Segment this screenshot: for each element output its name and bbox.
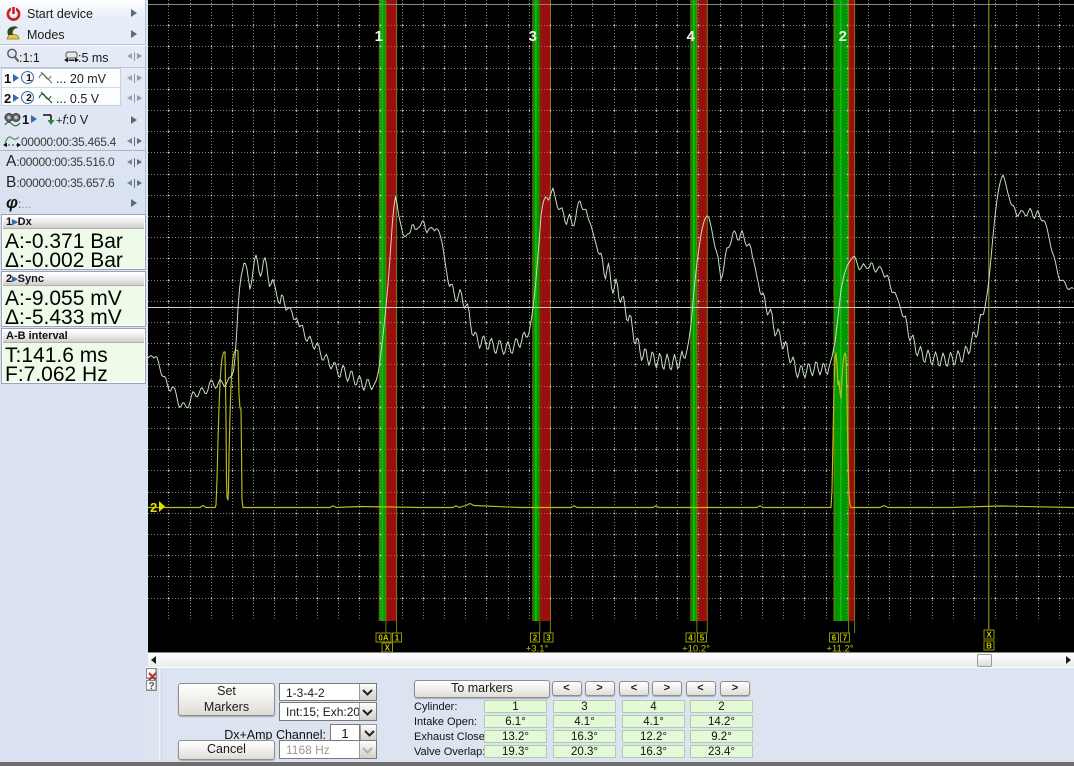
svg-text:X: X xyxy=(986,631,992,640)
svg-text:7: 7 xyxy=(843,634,848,643)
svg-text:2: 2 xyxy=(150,500,157,515)
svg-text:1: 1 xyxy=(395,634,400,643)
svg-text:5: 5 xyxy=(700,634,705,643)
svg-text:+3.1°: +3.1° xyxy=(526,644,549,653)
svg-text:3: 3 xyxy=(546,634,551,643)
svg-text:6: 6 xyxy=(832,634,837,643)
svg-text:4: 4 xyxy=(687,28,696,45)
svg-text:B: B xyxy=(986,642,992,651)
svg-text:+11.2°: +11.2° xyxy=(826,644,853,653)
svg-text:X: X xyxy=(385,644,391,653)
svg-text:2: 2 xyxy=(533,634,538,643)
svg-text:0A: 0A xyxy=(378,634,388,643)
svg-text:+10.2°: +10.2° xyxy=(682,644,710,653)
svg-text:3: 3 xyxy=(529,28,537,45)
svg-text:1: 1 xyxy=(375,28,383,45)
svg-text:2: 2 xyxy=(839,28,847,45)
svg-text:4: 4 xyxy=(688,634,693,643)
